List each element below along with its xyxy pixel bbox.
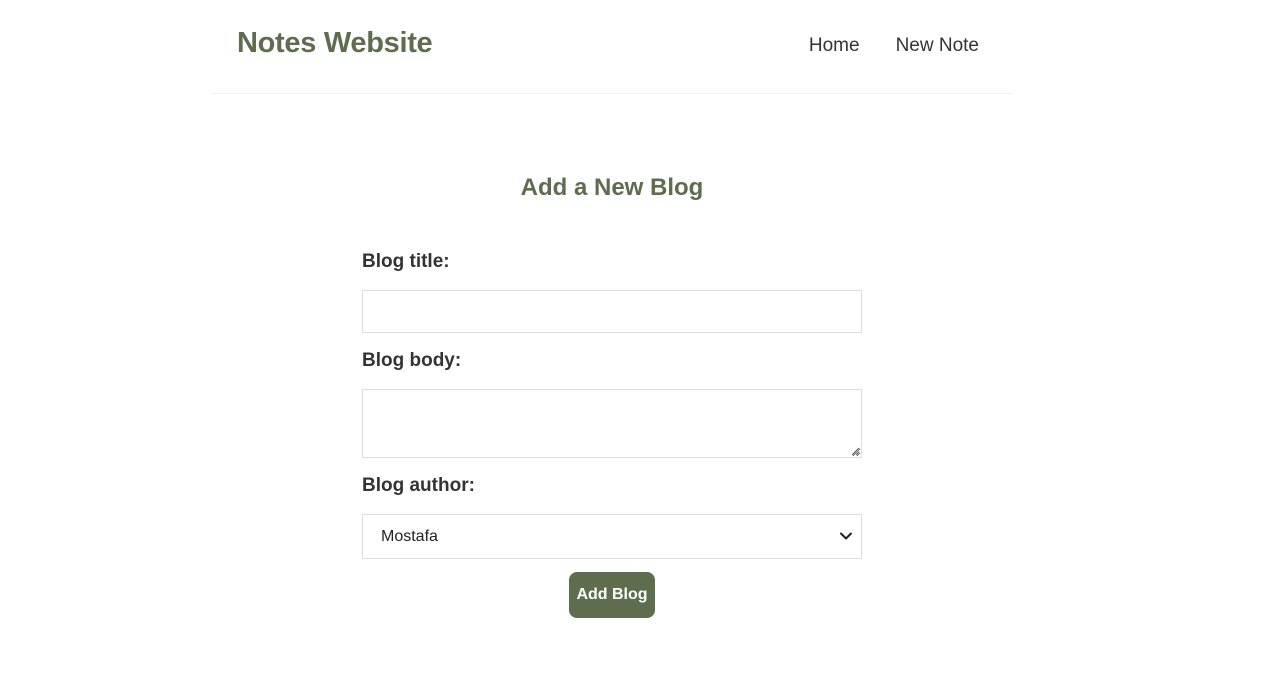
nav-link-new-note[interactable]: New Note: [896, 33, 979, 59]
navbar: Notes Website Home New Note: [211, 0, 1013, 94]
blog-author-selected-value: Mostafa: [381, 528, 438, 545]
add-blog-button[interactable]: Add Blog: [569, 572, 655, 618]
blog-body-label: Blog body:: [362, 350, 462, 371]
blog-author-label: Blog author:: [362, 475, 475, 496]
blog-body-textarea[interactable]: [362, 389, 862, 458]
chevron-down-icon: [840, 532, 852, 540]
blog-title-input[interactable]: [362, 290, 862, 333]
blog-author-select[interactable]: Mostafa: [362, 514, 862, 559]
nav-links: Home New Note: [809, 33, 979, 59]
page-title: Add a New Blog: [520, 174, 704, 201]
blog-body-wrapper: [362, 389, 862, 458]
site-brand-title: Notes Website: [237, 27, 433, 59]
blog-title-label: Blog title:: [362, 251, 450, 272]
nav-link-home[interactable]: Home: [809, 33, 860, 59]
resize-grip-icon[interactable]: [851, 447, 860, 456]
